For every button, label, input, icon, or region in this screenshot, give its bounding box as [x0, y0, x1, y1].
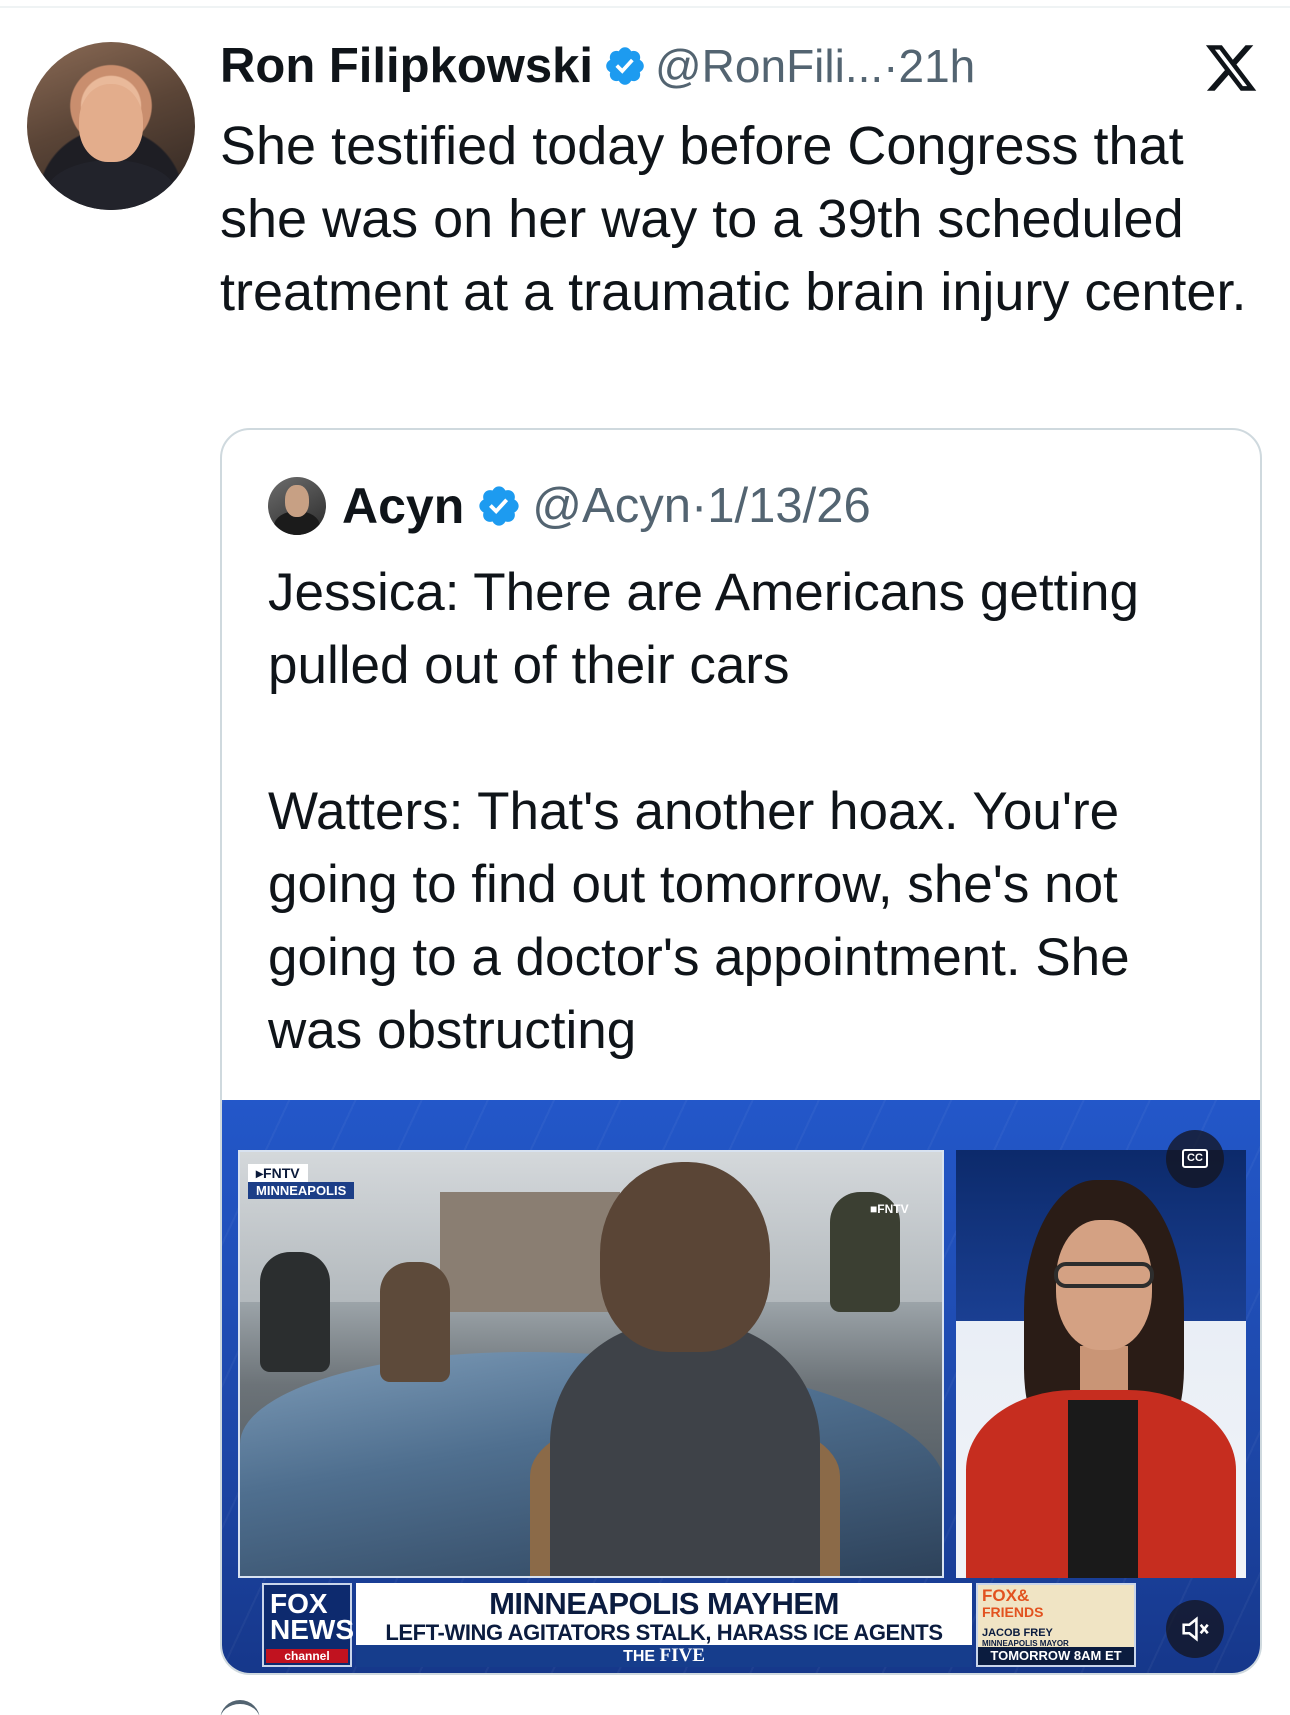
show-prefix: THE	[623, 1648, 656, 1665]
separator-dot: ·	[883, 40, 899, 92]
promo-guest: JACOB FREY MINNEAPOLIS MAYOR	[982, 1627, 1069, 1648]
video-right-panel	[956, 1150, 1246, 1578]
cc-icon: CC	[1182, 1149, 1208, 1168]
promo-box: FOX& FRIENDS JACOB FREY MINNEAPOLIS MAYO…	[976, 1583, 1136, 1667]
source-tag: ▸FNTV	[248, 1164, 308, 1183]
lower-third-main: MINNEAPOLIS MAYHEM LEFT-WING AGITATORS S…	[356, 1583, 972, 1667]
quoted-text: Jessica: There are Americans getting pul…	[268, 563, 1140, 1060]
speaker-muted-icon	[1182, 1616, 1209, 1642]
promo-brand-top: FOX&	[982, 1586, 1030, 1605]
author-name[interactable]: Ron Filipkowski	[220, 38, 593, 94]
quoted-date[interactable]: 1/13/26	[707, 478, 871, 534]
mute-button[interactable]	[1166, 1600, 1224, 1658]
network-logo-bottom: NEWS	[270, 1614, 354, 1645]
promo-brand: FOX& FRIENDS	[982, 1587, 1043, 1621]
lower-third-headline: MINNEAPOLIS MAYHEM	[489, 1586, 839, 1621]
promo-time: TOMORROW 8AM ET	[978, 1647, 1134, 1665]
author-handle[interactable]: @RonFili...	[655, 39, 883, 93]
promo-brand-bottom: FRIENDS	[982, 1604, 1044, 1620]
quoted-author-avatar[interactable]	[268, 477, 326, 535]
quoted-author-handle[interactable]: @Acyn	[532, 478, 691, 534]
verified-badge-icon	[606, 47, 644, 85]
post-text: She testified today before Congress that…	[220, 116, 1247, 322]
promo-guest-name: JACOB FREY	[982, 1627, 1053, 1639]
top-divider	[0, 6, 1290, 8]
source-bug: ■FNTV	[870, 1202, 909, 1216]
post-header: Ron Filipkowski @RonFili... · 21h	[220, 38, 975, 94]
next-item-edge	[220, 1700, 260, 1715]
quoted-header: Acyn @Acyn · 1/13/26	[268, 476, 871, 536]
lower-third: FOX NEWS channel MINNEAPOLIS MAYHEM LEFT…	[262, 1583, 1236, 1667]
quoted-post[interactable]: Acyn @Acyn · 1/13/26 Jessica: There are …	[220, 428, 1262, 1675]
lower-third-subheadline: LEFT-WING AGITATORS STALK, HARASS ICE AG…	[385, 1620, 943, 1645]
video-player[interactable]: ▸FNTV MINNEAPOLIS ■FNTV CC FOX NEWS chan…	[222, 1100, 1260, 1673]
verified-badge-icon	[479, 486, 519, 526]
author-avatar[interactable]	[27, 42, 195, 210]
post-time[interactable]: 21h	[899, 39, 976, 93]
x-logo-icon	[1205, 45, 1257, 91]
closed-captions-button[interactable]: CC	[1166, 1130, 1224, 1188]
location-tag: MINNEAPOLIS	[248, 1182, 355, 1199]
video-left-panel: ▸FNTV MINNEAPOLIS ■FNTV	[238, 1150, 944, 1578]
network-logo: FOX NEWS channel	[262, 1583, 354, 1667]
network-channel: channel	[266, 1649, 348, 1663]
quoted-author-name[interactable]: Acyn	[342, 477, 464, 535]
show-title: THE FIVE	[356, 1645, 972, 1667]
separator-dot: ·	[690, 479, 708, 533]
show-name: FIVE	[659, 1645, 705, 1666]
